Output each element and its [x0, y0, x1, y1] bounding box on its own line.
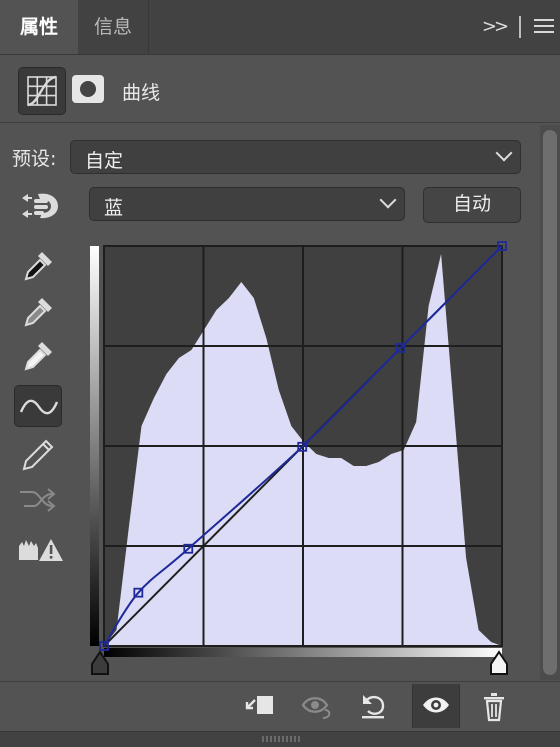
on-image-adjust-tool[interactable]: [14, 184, 62, 226]
delete-button[interactable]: [472, 684, 518, 728]
preset-dropdown[interactable]: 自定: [70, 140, 521, 174]
curve-graph[interactable]: [86, 240, 516, 682]
layer-mask-icon[interactable]: [72, 75, 104, 103]
clip-to-layer-button[interactable]: [236, 684, 282, 728]
tab-info[interactable]: 信息: [78, 0, 149, 54]
chevron-down-icon: [495, 144, 513, 162]
tool-black-point[interactable]: [14, 244, 62, 286]
vertical-gradient-bar: [90, 246, 99, 646]
horizontal-gradient-bar: [104, 648, 502, 657]
preset-label: 预设:: [12, 148, 57, 170]
tool-gray-point[interactable]: [14, 290, 62, 332]
clip-to-layer-icon: [245, 696, 273, 714]
panel-tab-bar: 属性 信息 >>: [0, 0, 560, 55]
curve-point-tool-icon: [19, 399, 59, 415]
smooth-curve-icon: [20, 488, 56, 512]
tab-properties[interactable]: 属性: [0, 0, 78, 54]
panel-menu-icon[interactable]: [534, 19, 554, 35]
white-point-eyedropper-icon: [24, 342, 52, 371]
header-divider: [0, 122, 560, 123]
curves-adjustment-icon[interactable]: [18, 67, 66, 115]
panel-title: 曲线: [122, 82, 161, 104]
channel-value: 蓝: [104, 197, 124, 219]
preset-value: 自定: [85, 150, 124, 172]
visibility-eye-icon: [423, 697, 449, 713]
expand-panel-icon[interactable]: >>: [478, 15, 510, 39]
delete-trash-icon: [484, 693, 504, 722]
hand-adjust-icon: [22, 193, 58, 219]
channel-dropdown[interactable]: 蓝: [89, 187, 405, 221]
reset-button[interactable]: [350, 684, 396, 728]
tab-separator: [519, 16, 521, 38]
view-previous-state-button[interactable]: [292, 684, 338, 728]
resize-grip[interactable]: [262, 736, 300, 742]
reset-icon: [362, 695, 385, 719]
tool-smooth: [14, 478, 62, 520]
tool-pencil[interactable]: [14, 433, 62, 475]
tool-clipping-warning[interactable]: [14, 530, 63, 572]
black-point-eyedropper-icon: [24, 252, 52, 281]
gray-point-eyedropper-icon: [24, 298, 52, 327]
chevron-down-icon: [379, 191, 397, 209]
tool-curve-point[interactable]: [14, 385, 62, 427]
auto-button[interactable]: 自动: [423, 187, 521, 223]
toggle-visibility-button[interactable]: [412, 684, 460, 728]
scrollbar-thumb[interactable]: [543, 130, 557, 675]
clipping-warning-icon: [19, 539, 63, 561]
tool-white-point[interactable]: [14, 334, 62, 376]
pencil-draw-icon: [22, 439, 54, 471]
view-previous-state-icon: [301, 697, 331, 719]
